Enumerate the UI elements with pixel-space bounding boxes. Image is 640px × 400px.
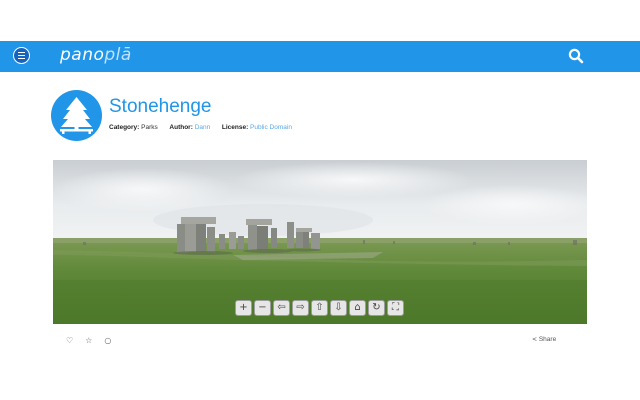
site-logo[interactable]: panoplā (60, 45, 132, 65)
logo-main: pano (60, 45, 105, 65)
menu-icon (18, 51, 25, 60)
category-label: Category: (109, 124, 140, 131)
share-icon: < (532, 336, 538, 343)
social-actions: ♡ ☆ ○ (66, 336, 111, 345)
pan-up-button[interactable]: ⇧ (311, 300, 328, 316)
menu-button[interactable] (13, 47, 30, 64)
fullscreen-button[interactable]: ⛶ (387, 300, 404, 316)
pan-left-button[interactable]: ⇦ (273, 300, 290, 316)
comment-icon[interactable]: ○ (104, 336, 111, 345)
share-button[interactable]: < Share (532, 336, 556, 343)
zoom-in-button[interactable]: + (235, 300, 252, 316)
license-link[interactable]: Public Domain (250, 124, 292, 131)
search-icon (568, 48, 584, 64)
favorite-icon[interactable]: ☆ (85, 336, 92, 345)
tree-picnic-icon (60, 97, 93, 134)
zoom-out-button[interactable]: − (254, 300, 271, 316)
author-link[interactable]: Dann (195, 124, 211, 131)
pan-right-button[interactable]: ⇨ (292, 300, 309, 316)
license-label: License: (221, 124, 249, 131)
search-button[interactable] (568, 48, 584, 64)
share-label: Share (538, 336, 557, 343)
like-icon[interactable]: ♡ (66, 336, 73, 345)
rotate-button[interactable]: ↻ (368, 300, 385, 316)
logo-accent: plā (104, 45, 132, 65)
listing-meta: Category: Parks Author: Dann License: Pu… (109, 124, 292, 131)
category-avatar (51, 90, 102, 141)
panorama-viewer[interactable]: + − ⇦ ⇨ ⇧ ⇩ ⌂ ↻ ⛶ (53, 160, 587, 324)
author-label: Author: (169, 124, 193, 131)
home-view-button[interactable]: ⌂ (349, 300, 366, 316)
viewer-controls: + − ⇦ ⇨ ⇧ ⇩ ⌂ ↻ ⛶ (235, 300, 404, 316)
category-value: Parks (141, 124, 158, 131)
top-navbar: panoplā (0, 41, 640, 72)
page-title: Stonehenge (109, 96, 212, 117)
pan-down-button[interactable]: ⇩ (330, 300, 347, 316)
